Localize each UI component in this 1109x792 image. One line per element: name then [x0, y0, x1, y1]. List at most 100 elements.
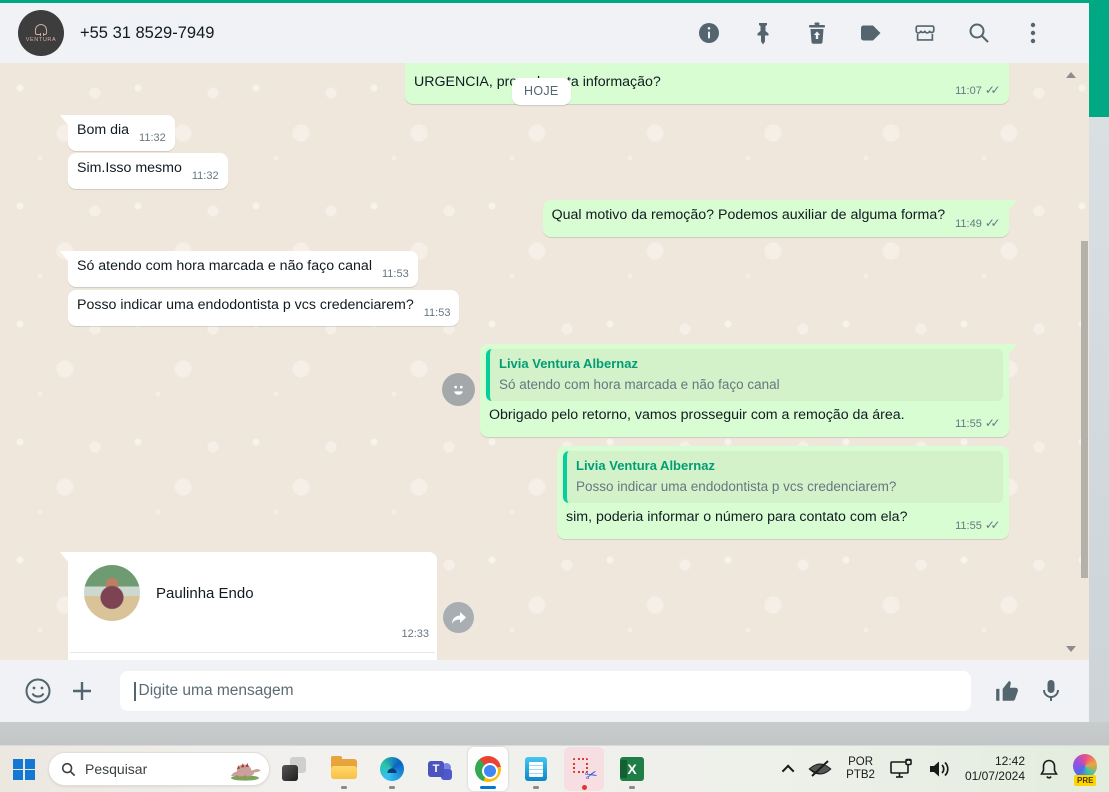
pin-button[interactable] — [751, 21, 775, 45]
file-explorer-button[interactable] — [324, 747, 364, 791]
contact-card-top: Paulinha Endo — [68, 552, 437, 625]
notification-indicator — [581, 785, 587, 790]
message-bubble-in[interactable]: Bom dia 11:32 — [60, 115, 175, 151]
smiley-icon — [449, 380, 468, 399]
forward-button[interactable] — [443, 602, 474, 633]
gray-edge-panel — [1089, 117, 1109, 722]
message-bubble-in[interactable]: Só atendo com hora marcada e não faço ca… — [60, 251, 418, 287]
message-bubble-out[interactable]: URGENCIA, procede esta informação? 11:07… — [405, 63, 1009, 104]
edge-button[interactable] — [372, 747, 412, 791]
desktop-strip — [0, 722, 1109, 745]
double-check-icon: ✓✓ — [984, 416, 1001, 430]
taskbar-search[interactable]: Pesquisar — [48, 752, 270, 786]
message-bubble-out[interactable]: Qual motivo da remoção? Podemos auxiliar… — [542, 200, 1018, 237]
chat-panel[interactable]: URGENCIA, procede esta informação? 11:07… — [0, 63, 1089, 660]
storefront-icon — [915, 25, 935, 41]
start-button[interactable] — [13, 758, 35, 780]
teams-button[interactable]: T — [420, 747, 460, 791]
quote-text: Só atendo com hora marcada e não faço ca… — [499, 377, 780, 392]
message-time: 11:32 — [191, 170, 219, 182]
notepad-icon — [525, 757, 547, 781]
emoji-button[interactable] — [23, 676, 53, 706]
volume-icon[interactable] — [927, 759, 951, 779]
message-text: Só atendo com hora marcada e não faço ca… — [77, 258, 372, 274]
language-indicator[interactable]: POR PTB2 — [846, 756, 875, 782]
notification-bell-icon[interactable] — [1039, 758, 1059, 780]
eye-off-icon[interactable] — [808, 759, 832, 779]
teams-icon: T — [428, 757, 452, 781]
search-button[interactable] — [967, 21, 991, 45]
teal-top-accent — [0, 0, 1109, 3]
running-indicator — [629, 786, 635, 789]
message-meta: 11:55 ✓✓ — [955, 414, 1000, 434]
whatsapp-window: URGENCIA, procede esta informação? 11:07… — [0, 0, 1089, 722]
mic-icon — [1043, 680, 1059, 701]
edge-icon — [380, 757, 404, 781]
scroll-up-arrow[interactable] — [1066, 72, 1076, 78]
running-indicator — [341, 786, 347, 789]
chat-title[interactable]: +55 31 8529-7949 — [80, 24, 214, 43]
message-bubble-in[interactable]: Sim.Isso mesmo 11:32 — [68, 153, 228, 189]
header-actions — [697, 21, 1071, 45]
task-view-button[interactable] — [282, 757, 306, 781]
message-time: 11:32 — [139, 132, 166, 144]
label-button[interactable] — [859, 21, 883, 45]
chrome-icon — [475, 756, 501, 782]
label-icon — [861, 25, 881, 41]
cast-display-icon[interactable] — [889, 758, 913, 780]
copilot-button[interactable]: PRE — [1073, 754, 1099, 786]
message-time: 11:49 — [955, 218, 982, 230]
excel-button[interactable]: X — [612, 747, 652, 791]
forward-arrow-icon — [451, 611, 466, 624]
menu-button[interactable] — [1021, 21, 1045, 45]
storefront-button[interactable] — [913, 21, 937, 45]
scrollbar-thumb[interactable] — [1081, 241, 1088, 578]
message-input[interactable]: Digite uma mensagem — [120, 671, 971, 711]
info-icon — [699, 23, 719, 43]
taskbar: Pesquisar T ✂ X POR PTB2 12:42 01/07/202… — [0, 745, 1109, 792]
search-icon — [61, 762, 76, 776]
double-check-icon: ✓✓ — [984, 216, 1001, 230]
message-text: Posso indicar uma endodontista p vcs cre… — [77, 297, 414, 313]
double-check-icon: ✓✓ — [984, 518, 1001, 532]
copilot-badge: PRE — [1074, 775, 1097, 786]
message-text: sim, poderia informar o número para cont… — [566, 509, 908, 525]
info-button[interactable] — [697, 21, 721, 45]
avatar-label: VENTURA — [25, 36, 57, 43]
message-meta: 11:49 ✓✓ — [955, 214, 1000, 234]
active-indicator — [480, 786, 496, 789]
delete-button[interactable] — [805, 21, 829, 45]
snipping-tool-button[interactable]: ✂ — [564, 747, 604, 791]
taskbar-clock[interactable]: 12:42 01/07/2024 — [965, 754, 1025, 784]
notepad-button[interactable] — [516, 747, 556, 791]
date-divider: HOJE — [512, 78, 571, 105]
contact-card-actions: Conversar Adicionar — [68, 653, 437, 660]
message-time: 12:33 — [401, 628, 429, 640]
quoted-message[interactable]: Livia Ventura Albernaz Posso indicar uma… — [563, 451, 1003, 503]
excel-icon: X — [620, 757, 644, 781]
message-meta: 11:07 ✓✓ — [955, 81, 1000, 101]
message-text: Bom dia — [77, 122, 130, 138]
tray-expand-button[interactable] — [781, 764, 795, 777]
chat-avatar[interactable]: VENTURA — [18, 10, 64, 56]
attach-button[interactable] — [67, 676, 97, 706]
quoted-message[interactable]: Livia Ventura Albernaz Só atendo com hor… — [486, 349, 1003, 401]
contact-card[interactable]: Paulinha Endo 12:33 Conversar Adicionar — [60, 552, 437, 660]
message-bubble-in[interactable]: Posso indicar uma endodontista p vcs cre… — [68, 290, 460, 326]
mic-button[interactable] — [1036, 676, 1066, 706]
scroll-down-arrow[interactable] — [1066, 646, 1076, 652]
composer-bar: Digite uma mensagem — [0, 660, 1089, 722]
tooth-logo-icon — [35, 23, 47, 36]
message-bubble-out[interactable]: Livia Ventura Albernaz Só atendo com hor… — [480, 344, 1017, 437]
snipping-tool-icon: ✂ — [572, 757, 600, 785]
message-bubble-out[interactable]: Livia Ventura Albernaz Posso indicar uma… — [557, 446, 1009, 539]
chrome-button[interactable] — [468, 747, 508, 791]
message-input-placeholder: Digite uma mensagem — [138, 682, 294, 699]
contact-avatar — [84, 565, 140, 621]
search-icon — [969, 23, 989, 43]
react-button[interactable] — [442, 373, 475, 406]
thumbs-up-icon — [996, 680, 1018, 701]
dinosaur-icon — [231, 763, 261, 781]
running-indicator — [533, 786, 539, 789]
like-button[interactable] — [992, 676, 1022, 706]
